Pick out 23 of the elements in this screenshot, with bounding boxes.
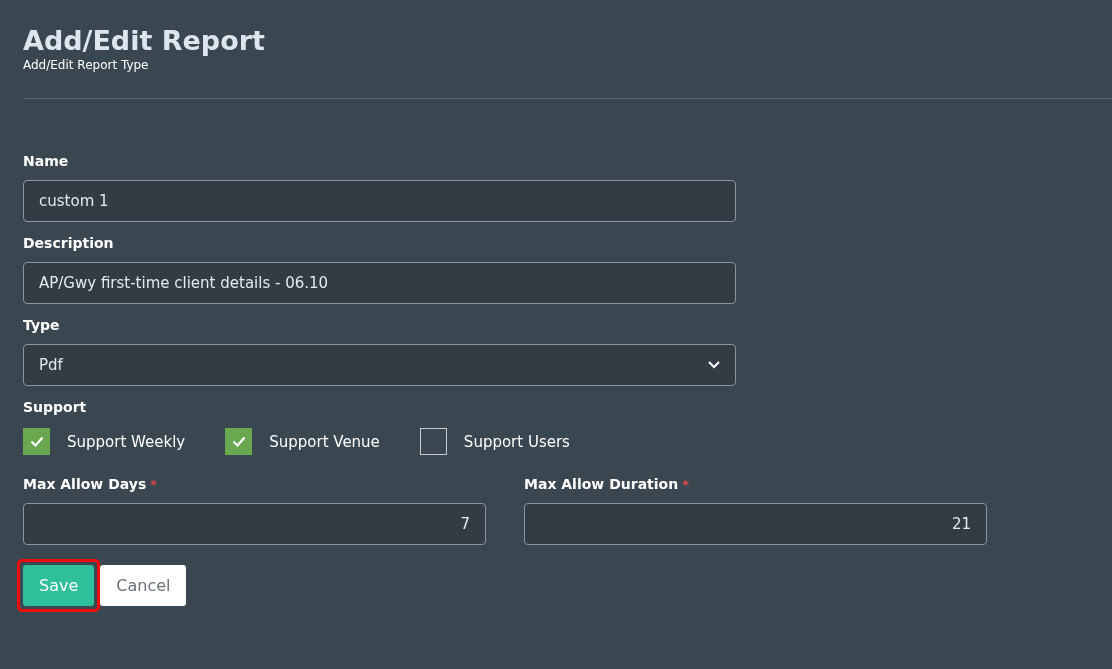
field-label: Name [23, 152, 70, 171]
number-input[interactable]: 7 [23, 503, 486, 545]
chevron-down-icon [708, 361, 720, 369]
field-label: Max Allow Days * [23, 475, 159, 494]
page-title: Add/Edit Report [23, 24, 266, 58]
field-label: Support [23, 398, 88, 417]
checkbox-label: Support Users [463, 432, 570, 451]
checkmark-icon [231, 436, 246, 447]
checkbox-label: Support Weekly [67, 432, 186, 451]
checkbox[interactable] [225, 428, 253, 455]
text-input[interactable]: AP/Gwy first-time client details - 06.10 [23, 262, 736, 304]
page-subtitle: Add/Edit Report Type [23, 58, 150, 72]
checkbox-label: Support Venue [269, 432, 380, 451]
type-select[interactable]: Pdf [23, 344, 736, 386]
field-label: Description [23, 234, 115, 253]
checkbox[interactable] [23, 428, 50, 455]
checkbox[interactable] [419, 428, 447, 455]
field-label: Type [23, 316, 61, 335]
text-input[interactable]: custom 1 [23, 180, 736, 222]
cancel-button[interactable]: Cancel [100, 565, 187, 606]
field-label: Max Allow Duration * [524, 475, 690, 494]
number-input[interactable]: 21 [524, 503, 987, 545]
checkmark-icon [29, 436, 44, 447]
